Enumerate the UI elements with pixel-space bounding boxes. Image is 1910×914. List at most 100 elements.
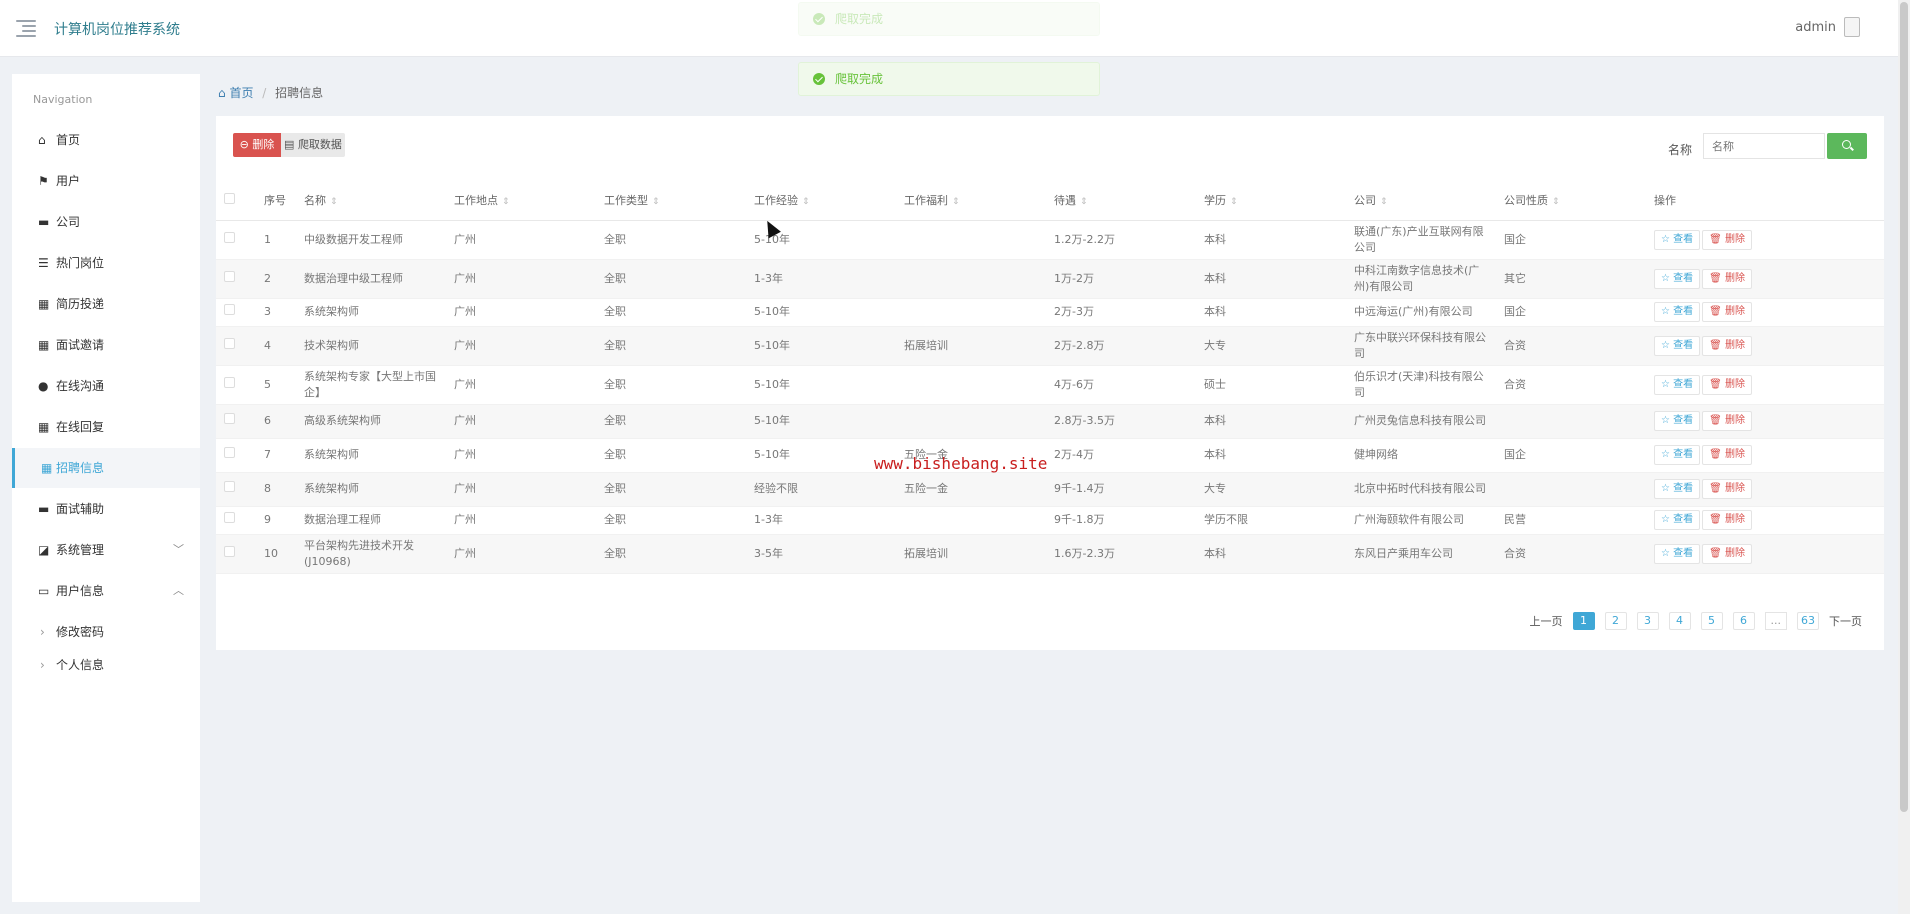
row-checkbox[interactable]	[224, 337, 235, 349]
view-button[interactable]: ☆ 查看	[1654, 335, 1701, 356]
delete-button[interactable]: 🗑 删除	[1702, 543, 1753, 564]
view-button[interactable]: ☆ 查看	[1654, 268, 1701, 289]
cell-text: 5-10年	[754, 305, 790, 318]
delete-button[interactable]: 🗑 删除	[1702, 411, 1753, 431]
cell-text: 全职	[604, 414, 626, 427]
col-header[interactable]: 工作类型 ⇕	[604, 180, 754, 221]
page-button[interactable]: 6	[1732, 612, 1755, 630]
cell-text: 东风日产乘用车公司	[1354, 546, 1453, 560]
cell-name: 平台架构先进技术开发(J10968)	[304, 534, 454, 574]
sidebar-item[interactable]: ⚑ 用户	[12, 161, 200, 201]
search-input[interactable]	[1703, 133, 1825, 159]
cell-text: 全职	[604, 305, 626, 318]
view-button[interactable]: ☆ 查看	[1654, 510, 1701, 530]
page-button[interactable]: 2	[1604, 612, 1627, 630]
table-row[interactable]: 10 平台架构先进技术开发(J10968) 广州 全职 3-5年 拓展培训 1.6万-2.3…	[216, 534, 1884, 574]
delete-button[interactable]: 🗑 删除	[1702, 229, 1753, 250]
batch-delete-button[interactable]: ⊖ 删除	[233, 133, 281, 157]
table-row[interactable]: 8 系统架构师 广州 全职 经验不限 五险一金 9千-1.4万 大专 北京中拓时代科技有限公司 ☆…	[216, 472, 1884, 507]
row-checkbox[interactable]	[224, 512, 235, 523]
view-button[interactable]: ☆ 查看	[1654, 374, 1701, 395]
sidebar-item[interactable]: ▭ 用户信息 ︿	[12, 571, 200, 611]
row-checkbox[interactable]	[224, 545, 235, 557]
cell-location: 广州	[454, 298, 604, 327]
table-row[interactable]: 9 数据治理工程师 广州 全职 1-3年 9千-1.8万 学历不限 广州海颐软件有限公司 民营 ☆…	[216, 506, 1884, 535]
table-row[interactable]: 7 系统架构师 广州 全职 5-10年 五险一金 2万-4万 本科 健坤网络 国企 ☆ 查看 🗑 删除	[216, 438, 1884, 473]
sidebar-item[interactable]: ▬ 面试辅助	[12, 489, 200, 529]
view-button[interactable]: ☆ 查看	[1654, 411, 1701, 431]
page-button[interactable]: 3	[1636, 612, 1659, 630]
row-checkbox[interactable]	[224, 304, 235, 315]
view-button[interactable]: ☆ 查看	[1654, 445, 1701, 465]
view-button[interactable]: ☆ 查看	[1654, 479, 1701, 499]
delete-button[interactable]: 🗑 删除	[1702, 335, 1753, 356]
view-button[interactable]: ☆ 查看	[1654, 302, 1701, 322]
crawl-data-button[interactable]: ▤ 爬取数据	[281, 133, 345, 157]
cell-text: 国企	[1504, 305, 1526, 318]
col-header[interactable]: 公司性质 ⇕	[1504, 180, 1654, 221]
cell-experience: 5-10年	[754, 298, 904, 327]
sidebar-subitem[interactable]: › 个人信息	[12, 649, 200, 681]
col-header[interactable]: 公司 ⇕	[1354, 180, 1504, 221]
page-scrollbar[interactable]	[1898, 0, 1910, 914]
pagination: 上一页 1 2 3 4 5 6... 63 下一页	[1530, 612, 1862, 630]
col-header[interactable]: 工作地点 ⇕	[454, 180, 604, 221]
chevron-icon: ﹀	[173, 543, 184, 556]
search-button[interactable]	[1827, 133, 1867, 159]
next-page-button[interactable]: 下一页	[1829, 613, 1862, 629]
scrollbar-thumb[interactable]	[1900, 2, 1908, 812]
col-header[interactable]: 工作福利 ⇕	[904, 180, 1054, 221]
table-row[interactable]: 6 高级系统架构师 广州 全职 5-10年 2.8万-3.5万 本科 广州灵兔信息科技有限公司…	[216, 404, 1884, 439]
page-button[interactable]: 5	[1700, 612, 1723, 630]
sidebar-item[interactable]: ● 在线沟通	[12, 366, 200, 406]
sidebar-item[interactable]: ⌂ 首页	[12, 120, 200, 160]
sidebar-item[interactable]: ▦ 在线回复	[12, 407, 200, 447]
view-button[interactable]: ☆ 查看	[1654, 229, 1701, 250]
sidebar-item[interactable]: ☰ 热门岗位	[12, 243, 200, 283]
row-checkbox[interactable]	[224, 447, 235, 458]
page-button[interactable]: 4	[1668, 612, 1691, 630]
app-title: 计算机岗位推荐系统	[54, 22, 180, 38]
delete-button[interactable]: 🗑 删除	[1702, 302, 1753, 322]
sidebar-item[interactable]: ▬ 公司	[12, 202, 200, 242]
table-row[interactable]: 5 系统架构专家【大型上市国企】 广州 全职 5-10年 4万-6万 硕士 伯乐识才(天津)科…	[216, 365, 1884, 405]
table-row[interactable]: 3 系统架构师 广州 全职 5-10年 2万-3万 本科 中远海运(广州)有限公司 国企 ☆ 查看…	[216, 298, 1884, 327]
delete-button[interactable]: 🗑 删除	[1702, 374, 1753, 395]
row-checkbox[interactable]	[224, 231, 235, 243]
col-header[interactable]: 工作经验 ⇕	[754, 180, 904, 221]
col-header[interactable]: 待遇 ⇕	[1054, 180, 1204, 221]
view-button[interactable]: ☆ 查看	[1654, 543, 1701, 564]
user-name[interactable]: admin	[1795, 20, 1836, 35]
delete-button[interactable]: 🗑 删除	[1702, 510, 1753, 530]
row-checkbox[interactable]	[224, 413, 235, 424]
cell-text: 4	[264, 338, 271, 352]
sidebar-subitem[interactable]: › 修改密码	[12, 616, 200, 648]
col-header[interactable]: 学历 ⇕	[1204, 180, 1354, 221]
sidebar-item[interactable]: ▦ 面试邀请	[12, 325, 200, 365]
row-checkbox[interactable]	[224, 270, 235, 282]
col-header[interactable]: 名称 ⇕	[304, 180, 454, 221]
menu-toggle-icon[interactable]	[16, 20, 36, 37]
sidebar-item[interactable]: ▦ 简历投递	[12, 284, 200, 324]
avatar[interactable]	[1844, 17, 1860, 37]
table-row[interactable]: 1 中级数据开发工程师 广州 全职 5-10年 1.2万-2.2万 本科 联通(广东)产业互联…	[216, 220, 1884, 260]
page-button[interactable]: 63	[1797, 612, 1819, 630]
row-checkbox[interactable]	[224, 481, 235, 492]
cell-text: 合资	[1504, 338, 1526, 352]
cell-welfare	[904, 365, 1054, 405]
row-checkbox[interactable]	[224, 376, 235, 388]
sidebar-item[interactable]: ▦ 招聘信息	[12, 448, 200, 488]
page-button[interactable]: 1	[1572, 612, 1595, 630]
crawl-data-label: 爬取数据	[297, 138, 342, 151]
table-row[interactable]: 2 数据治理中级工程师 广州 全职 1-3年 1万-2万 本科 中科江南数字信息技术(广州)有…	[216, 259, 1884, 299]
delete-button[interactable]: 🗑 删除	[1702, 268, 1753, 289]
table-row[interactable]: 4 技术架构师 广州 全职 5-10年 拓展培训 2万-2.8万 大专 广东中联兴环保科技有限公…	[216, 326, 1884, 366]
view-label: 查看	[1673, 547, 1694, 559]
prev-page-button[interactable]: 上一页	[1530, 613, 1563, 629]
delete-button[interactable]: 🗑 删除	[1702, 445, 1753, 465]
row-actions: ☆ 查看 🗑 删除	[1654, 534, 1884, 574]
breadcrumb-home[interactable]: ⌂ 首页	[218, 86, 253, 100]
sidebar-item[interactable]: ◪ 系统管理 ﹀	[12, 530, 200, 570]
delete-button[interactable]: 🗑 删除	[1702, 479, 1753, 499]
select-all-checkbox[interactable]	[224, 192, 235, 204]
